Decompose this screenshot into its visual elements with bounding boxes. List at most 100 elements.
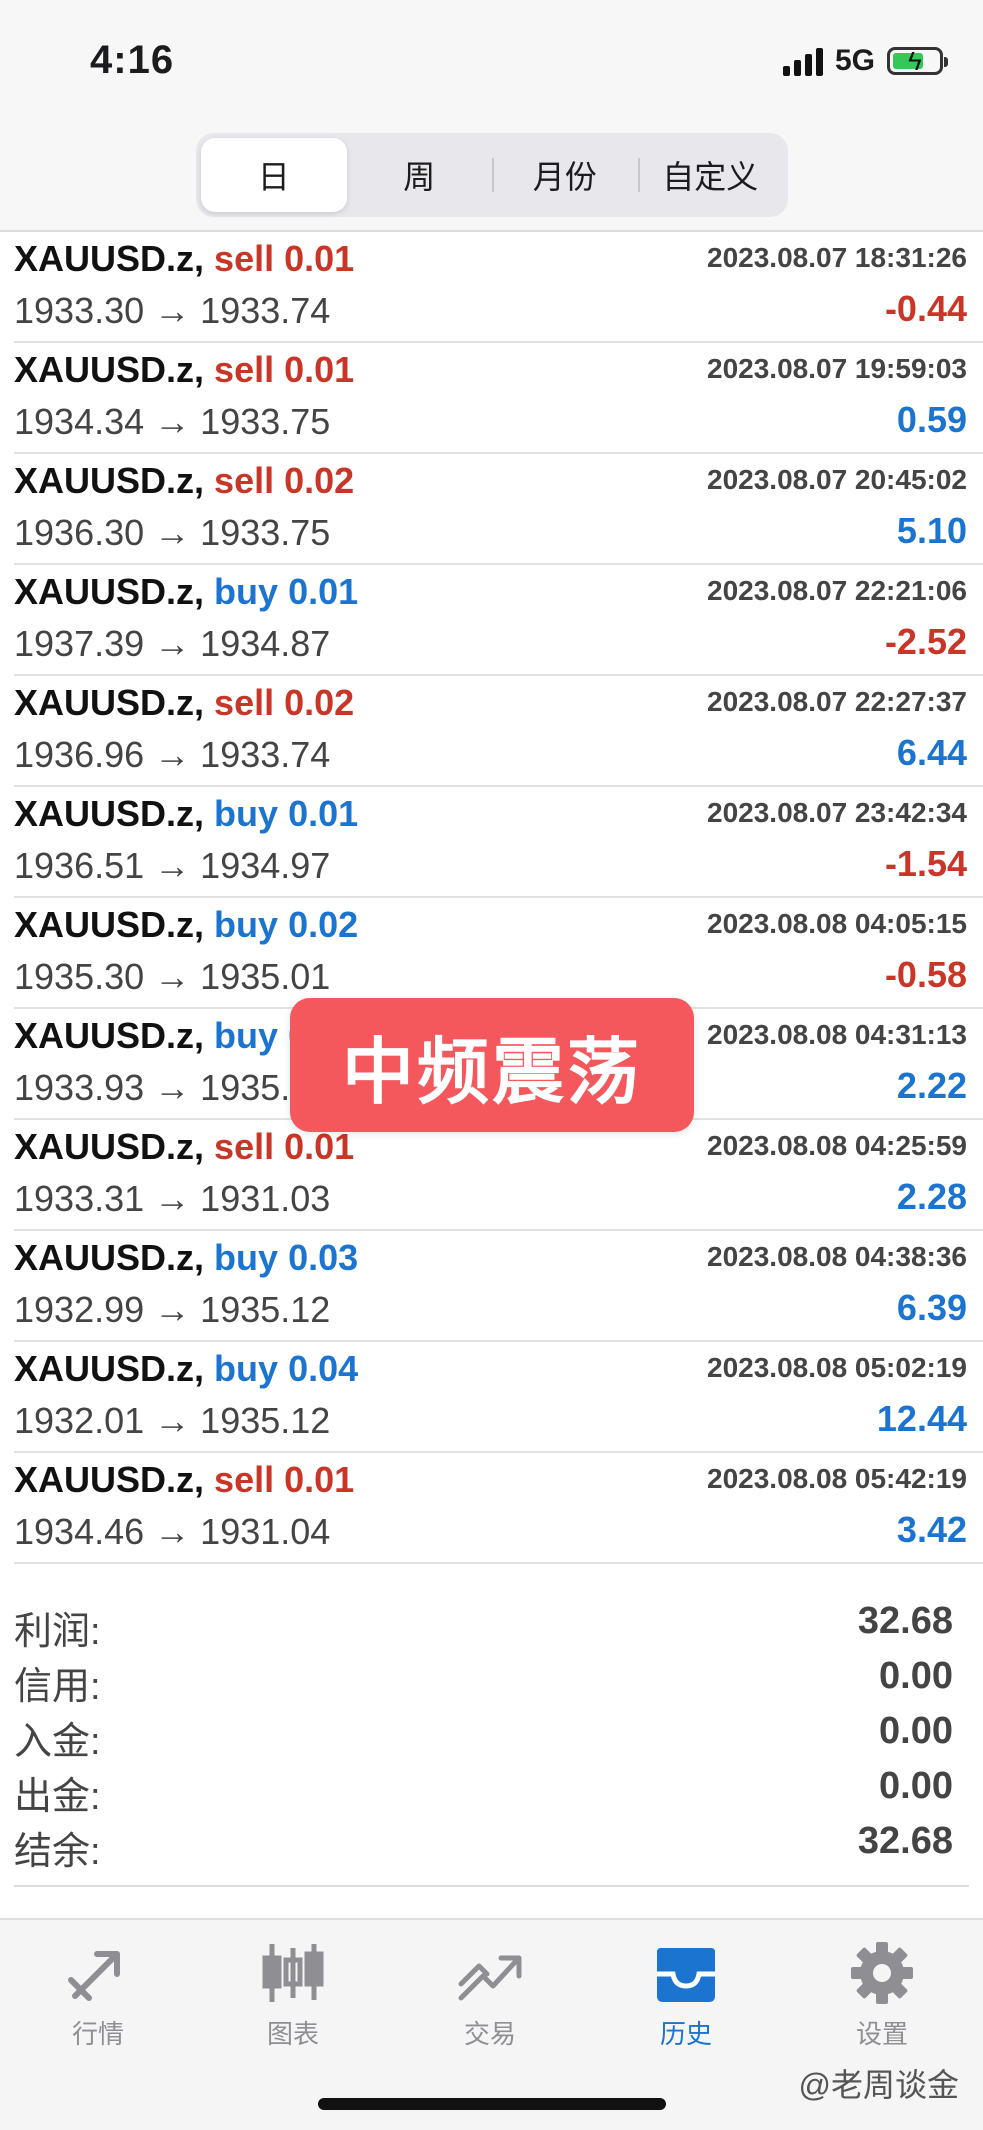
segment-day[interactable]: 日 — [201, 138, 347, 212]
trade-side: sell — [214, 349, 275, 390]
trade-symbol: XAUUSD.z, — [14, 682, 205, 723]
summary-row-balance: 结余: 32.68 — [14, 1816, 969, 1873]
trade-prices: 1936.96 → 1933.74 — [14, 734, 330, 776]
trade-row[interactable]: XAUUSD.z, sell 0.01 2023.08.08 05:42:19 19… — [14, 1453, 983, 1564]
period-selector-bar: 日 周 月份 自定义 — [0, 120, 983, 230]
trade-prices: 1932.01 → 1935.12 — [14, 1400, 330, 1442]
summary-value: 32.68 — [857, 1600, 953, 1642]
trade-symbol: XAUUSD.z, — [14, 238, 205, 279]
trade-side: sell — [214, 460, 275, 501]
trade-header: XAUUSD.z, sell 0.01 — [14, 1126, 354, 1168]
trade-prices: 1935.30 → 1935.01 — [14, 956, 330, 998]
trade-volume: 0.01 — [288, 571, 359, 612]
open-price: 1932.99 — [14, 1289, 145, 1330]
segment-week[interactable]: 周 — [347, 138, 493, 212]
trade-prices: 1933.93 → 1935.04 — [14, 1067, 330, 1109]
close-price: 1935.12 — [200, 1400, 331, 1441]
open-price: 1934.34 — [14, 401, 145, 442]
trade-profit: 2.28 — [896, 1176, 967, 1217]
tab-label: 行情 — [71, 2019, 124, 2049]
segment-month[interactable]: 月份 — [492, 138, 638, 212]
tab-history[interactable]: 历史 — [606, 1940, 766, 2060]
trade-header: XAUUSD.z, sell 0.02 — [14, 460, 354, 502]
summary-row-credit: 信用: 0.00 — [14, 1651, 969, 1708]
trade-time: 2023.08.08 04:25:59 — [707, 1130, 967, 1161]
open-price: 1935.30 — [14, 956, 145, 997]
trade-profit: 12.44 — [876, 1398, 967, 1439]
trade-header: XAUUSD.z, sell 0.02 — [14, 682, 354, 724]
trade-volume: 0.01 — [284, 238, 355, 279]
trade-time: 2023.08.08 05:42:19 — [707, 1463, 967, 1494]
trade-side: buy — [214, 904, 279, 945]
trade-header: XAUUSD.z, buy 0.02 — [14, 904, 358, 946]
arrow-icon: → — [154, 1400, 191, 1441]
open-price: 1932.01 — [14, 1400, 145, 1441]
trade-profit: -0.44 — [884, 288, 967, 329]
trade-icon — [458, 1955, 522, 2001]
close-price: 1934.97 — [200, 845, 331, 886]
summary-label: 信用: — [14, 1666, 101, 1708]
arrow-icon: → — [154, 401, 191, 442]
trade-profit: 6.44 — [896, 732, 967, 773]
trade-prices: 1937.39 → 1934.87 — [14, 623, 330, 665]
trade-side: buy — [214, 793, 279, 834]
trade-row[interactable]: XAUUSD.z, sell 0.01 2023.08.08 04:25:59 19… — [14, 1120, 983, 1231]
trade-time: 2023.08.08 05:02:19 — [707, 1352, 967, 1383]
trade-row[interactable]: XAUUSD.z, sell 0.01 2023.08.07 18:31:26 19… — [14, 232, 983, 343]
trade-row[interactable]: XAUUSD.z, buy 0.01 2023.08.07 22:21:06 193… — [14, 565, 983, 676]
trade-row[interactable]: XAUUSD.z, sell 0.02 2023.08.07 22:27:37 19… — [14, 676, 983, 787]
close-price: 1935.01 — [200, 956, 331, 997]
segment-custom[interactable]: 自定义 — [637, 138, 784, 212]
open-price: 1933.93 — [14, 1067, 145, 1108]
trade-side: sell — [214, 1126, 275, 1167]
trade-symbol: XAUUSD.z, — [14, 904, 205, 945]
arrow-icon: → — [154, 623, 191, 664]
home-indicator[interactable] — [318, 2098, 666, 2110]
trade-time: 2023.08.07 23:42:34 — [707, 797, 967, 828]
arrow-icon: → — [154, 1178, 191, 1219]
trade-side: sell — [214, 682, 275, 723]
trade-row[interactable]: XAUUSD.z, buy 0.04 2023.08.08 05:02:19 193… — [14, 1342, 983, 1453]
summary-label: 入金: — [14, 1721, 101, 1763]
summary-value: 32.68 — [857, 1820, 953, 1862]
summary-row-withdrawal: 出金: 0.00 — [14, 1761, 969, 1818]
trade-header: XAUUSD.z, sell 0.01 — [14, 1459, 354, 1501]
trade-row[interactable]: XAUUSD.z, buy 0.02 2023.08.08 04:05:15 193… — [14, 898, 983, 1009]
trade-volume: 0.02 — [288, 904, 359, 945]
summary-value: 0.00 — [879, 1710, 953, 1752]
trade-header: XAUUSD.z, buy 0.01 — [14, 571, 358, 613]
trade-symbol: XAUUSD.z, — [14, 1459, 205, 1500]
overlay-banner: 中频震荡 — [290, 998, 694, 1132]
trade-side: buy — [214, 1015, 279, 1056]
trade-profit: 0.59 — [896, 399, 967, 440]
open-price: 1936.51 — [14, 845, 145, 886]
trade-row[interactable]: XAUUSD.z, buy 0.01 2023.08.07 23:42:34 193… — [14, 787, 983, 898]
summary-label: 出金: — [14, 1776, 101, 1818]
summary-value: 0.00 — [879, 1655, 953, 1697]
close-price: 1933.74 — [200, 290, 331, 331]
arrow-icon: → — [154, 734, 191, 775]
summary-label: 利润: — [14, 1611, 101, 1653]
account-summary: 利润: 32.68 信用: 0.00 入金: 0.00 出金: 0.00 结余:… — [14, 1596, 969, 1887]
arrow-icon: → — [154, 512, 191, 553]
tab-label: 历史 — [659, 2019, 712, 2049]
trade-volume: 0.01 — [284, 1459, 355, 1500]
tab-settings[interactable]: 设置 — [802, 1940, 962, 2060]
trade-symbol: XAUUSD.z, — [14, 349, 205, 390]
trade-symbol: XAUUSD.z, — [14, 1126, 205, 1167]
trade-profit: -0.58 — [884, 954, 967, 995]
trade-header: XAUUSD.z, buy 0.01 — [14, 793, 358, 835]
chart-icon — [262, 1944, 324, 2002]
trade-prices: 1933.31 → 1931.03 — [14, 1178, 330, 1220]
tab-trade[interactable]: 交易 — [410, 1940, 570, 2060]
close-price: 1933.75 — [200, 512, 331, 553]
trade-profit: -1.54 — [884, 843, 967, 884]
tab-chart[interactable]: 图表 — [213, 1940, 373, 2060]
close-price: 1935.12 — [200, 1289, 331, 1330]
trade-row[interactable]: XAUUSD.z, sell 0.02 2023.08.07 20:45:02 19… — [14, 454, 983, 565]
open-price: 1936.30 — [14, 512, 145, 553]
tab-label: 图表 — [266, 2019, 319, 2049]
trade-row[interactable]: XAUUSD.z, buy 0.03 2023.08.08 04:38:36 193… — [14, 1231, 983, 1342]
trade-row[interactable]: XAUUSD.z, sell 0.01 2023.08.07 19:59:03 19… — [14, 343, 983, 454]
tab-quotes[interactable]: 行情 — [18, 1940, 178, 2060]
